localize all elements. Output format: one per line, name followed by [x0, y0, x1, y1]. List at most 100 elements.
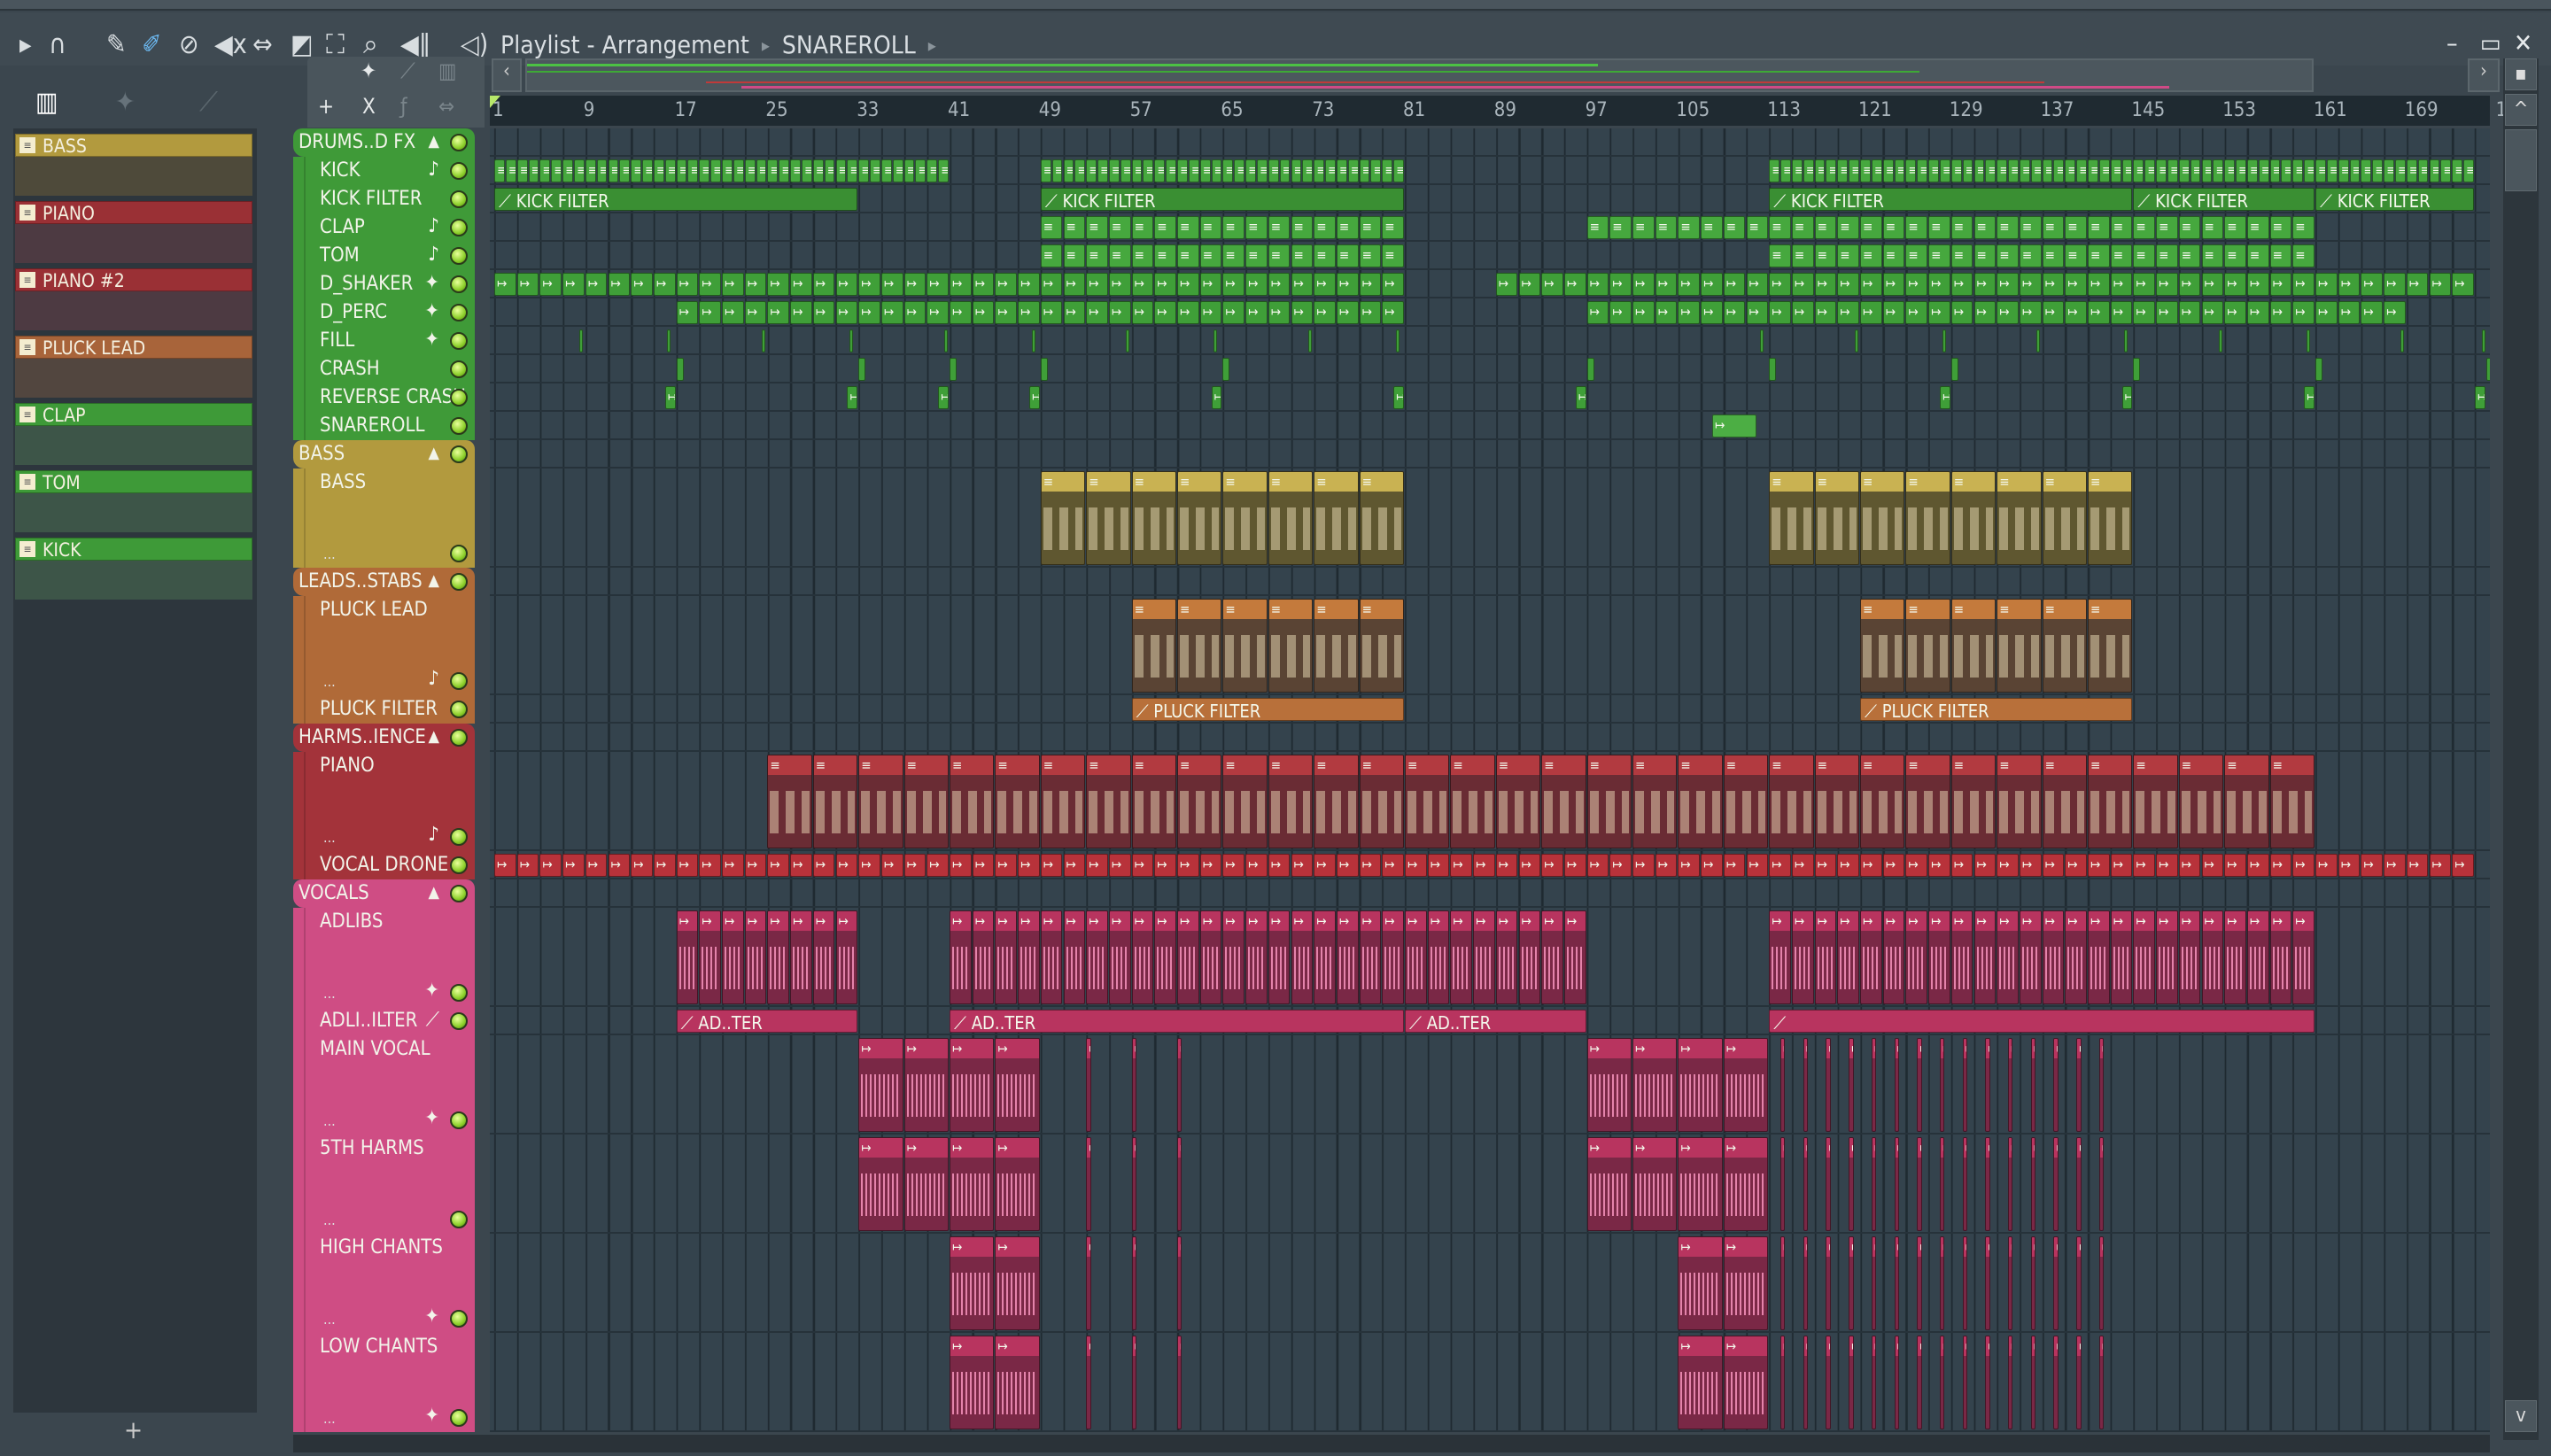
clip[interactable]: ↦	[1086, 273, 1108, 296]
clip[interactable]: ↦	[950, 301, 972, 324]
add-track-icon[interactable]: +	[318, 94, 334, 119]
mute-toggle[interactable]	[450, 1111, 468, 1129]
clip[interactable]: ↦	[2053, 1336, 2059, 1429]
clip[interactable]: ↦	[1791, 910, 1814, 1004]
clip[interactable]: ↦	[1063, 301, 1086, 324]
track-header[interactable]: 5TH HARMS...	[293, 1135, 475, 1234]
clip[interactable]: ↦	[744, 910, 767, 1004]
clip[interactable]: ↦	[653, 273, 676, 296]
clip[interactable]: ↦	[664, 386, 676, 409]
clip[interactable]: ≡	[1769, 159, 1780, 182]
collapse-arrow-icon[interactable]: ▲	[429, 132, 439, 151]
mute-toggle[interactable]	[450, 417, 468, 435]
piano-roll-tab-icon[interactable]: ▥	[35, 87, 58, 118]
clip[interactable]: ≡	[1131, 755, 1176, 848]
clip[interactable]: ↦	[1939, 1236, 1945, 1330]
clip[interactable]: ≡	[2429, 159, 2440, 182]
clip[interactable]: ↦	[1222, 301, 1245, 324]
clip[interactable]: ≡	[1222, 599, 1268, 693]
clip[interactable]: ≡	[733, 159, 744, 182]
clip[interactable]: ↦	[2088, 910, 2110, 1004]
clip[interactable]: ↦	[2338, 301, 2361, 324]
clip[interactable]: ↦	[1359, 273, 1382, 296]
clip[interactable]: ≡	[2133, 244, 2156, 267]
clip[interactable]: ↦	[972, 301, 995, 324]
clip[interactable]: ↦	[2110, 910, 2133, 1004]
mute-toggle[interactable]	[450, 389, 468, 407]
clip[interactable]: ↦	[1678, 1336, 1723, 1429]
clip[interactable]: ↦	[1154, 301, 1176, 324]
clip[interactable]: ≡	[1405, 755, 1450, 848]
clip[interactable]: ≡	[1814, 244, 1837, 267]
clip[interactable]: ↦	[2224, 301, 2246, 324]
clip[interactable]: ↦	[539, 854, 562, 877]
clip[interactable]: ↦	[1939, 386, 1950, 409]
clip[interactable]: ↦	[858, 273, 880, 296]
clip[interactable]: ↦	[1291, 854, 1314, 877]
clip[interactable]: ↦	[1268, 910, 1291, 1004]
clip[interactable]: ≡	[1154, 159, 1166, 182]
track-header[interactable]: KICK FILTER	[293, 185, 475, 213]
more-icon[interactable]: ...	[323, 1112, 336, 1129]
clip[interactable]: ↦	[1655, 854, 1678, 877]
clip[interactable]: ≡	[2133, 216, 2156, 239]
clip[interactable]	[2124, 329, 2128, 352]
clip[interactable]: ↦	[699, 854, 721, 877]
clip[interactable]: ⟋ KICK FILTER	[494, 188, 858, 211]
clip[interactable]: ≡	[1268, 471, 1314, 565]
clip[interactable]: ↦	[1040, 301, 1063, 324]
clip[interactable]: ↦	[1950, 910, 1973, 1004]
clip[interactable]: ↦	[2224, 854, 2246, 877]
mute-toggle[interactable]	[450, 1211, 468, 1228]
clip[interactable]: ↦	[2098, 1038, 2105, 1132]
clip[interactable]: ≡	[585, 159, 596, 182]
clip[interactable]: ↦	[2224, 910, 2246, 1004]
clip[interactable]: ↦	[1108, 273, 1131, 296]
clip[interactable]: ≡	[2201, 216, 2224, 239]
clip[interactable]: ≡	[2144, 159, 2156, 182]
clip[interactable]: ↦	[767, 273, 790, 296]
clip[interactable]: ↦	[1678, 273, 1701, 296]
clip[interactable]: ≡	[2440, 159, 2452, 182]
clip[interactable]: ↦	[2361, 273, 2384, 296]
track-header[interactable]: PLUCK LEAD ♪...	[293, 596, 475, 695]
clip[interactable]: ↦	[1928, 910, 1950, 1004]
clip[interactable]: ≡	[1382, 159, 1393, 182]
clip[interactable]: ≡	[756, 159, 767, 182]
clip[interactable]: ↦	[1985, 1336, 1990, 1429]
clip[interactable]: ≡	[812, 755, 858, 848]
clip[interactable]: ↦	[903, 854, 927, 877]
clip[interactable]: ↦	[1609, 273, 1632, 296]
clip[interactable]: ≡	[1928, 159, 1939, 182]
clip[interactable]: ↦	[2361, 854, 2384, 877]
clip[interactable]: ↦	[1563, 854, 1586, 877]
track-group-header[interactable]: DRUMS..D FX ▲	[293, 128, 475, 157]
clip[interactable]: ↦	[1245, 301, 1268, 324]
clip[interactable]: ↦	[1632, 301, 1655, 324]
clip[interactable]: ↦	[1518, 910, 1541, 1004]
clip[interactable]: ↦	[1678, 1236, 1723, 1330]
audio-tab-icon[interactable]: ✦	[115, 87, 136, 118]
clip[interactable]: ≡	[2452, 159, 2463, 182]
clip[interactable]: ≡	[1063, 216, 1086, 239]
clip[interactable]: ≡	[1131, 599, 1176, 693]
clip[interactable]: ↦	[676, 910, 699, 1004]
mute-toggle[interactable]	[450, 134, 468, 151]
clip[interactable]: ↦	[1882, 301, 1905, 324]
clip[interactable]: ≡	[812, 159, 824, 182]
clip[interactable]: ↦	[903, 1038, 949, 1132]
clip[interactable]: ≡	[2417, 159, 2429, 182]
clip[interactable]: ≡	[1882, 216, 1905, 239]
clip[interactable]: ↦	[676, 854, 699, 877]
clip[interactable]: ≡	[1177, 755, 1222, 848]
clip[interactable]: ↦	[2246, 301, 2269, 324]
track-group-header[interactable]: VOCALS ▲	[293, 879, 475, 908]
clip[interactable]: ↦	[1917, 1137, 1922, 1231]
clip[interactable]: ↦	[1882, 910, 1905, 1004]
track-group-header[interactable]: BASS ▲	[293, 440, 475, 469]
clip[interactable]: ≡	[1814, 159, 1826, 182]
more-icon[interactable]: ...	[323, 1311, 336, 1328]
clip[interactable]: ↦	[1063, 273, 1086, 296]
clip[interactable]: ↦	[1086, 1038, 1091, 1132]
clip[interactable]: ↦	[1860, 301, 1882, 324]
